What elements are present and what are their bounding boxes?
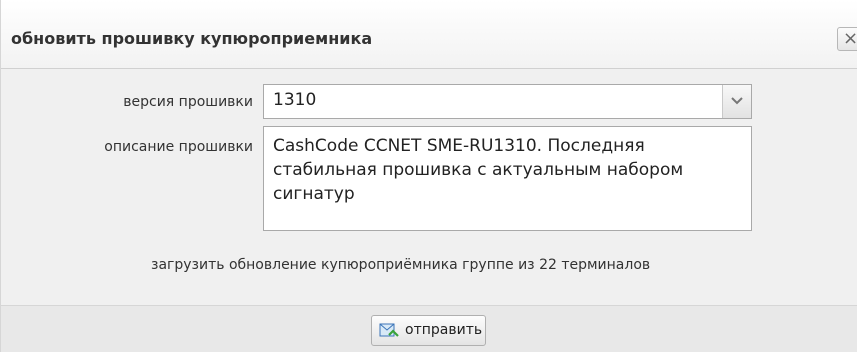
submit-button[interactable]: отправить: [371, 315, 486, 346]
version-value: 1310: [273, 90, 317, 110]
chevron-down-icon: [731, 97, 743, 105]
version-dropdown-trigger[interactable]: [722, 85, 751, 118]
dialog-title: обновить прошивку купюроприемника: [11, 29, 373, 48]
update-info-text: загрузить обновление купюроприёмника гру…: [151, 257, 651, 273]
firmware-update-dialog: обновить прошивку купюроприемника × верс…: [0, 0, 857, 352]
version-select[interactable]: 1310: [263, 84, 752, 119]
send-icon: [379, 323, 399, 337]
close-button[interactable]: ×: [837, 27, 857, 51]
description-label: описание прошивки: [104, 139, 253, 155]
version-label: версия прошивки: [123, 94, 253, 110]
dialog-titlebar: обновить прошивку купюроприемника ×: [1, 0, 857, 69]
submit-label: отправить: [405, 322, 483, 338]
description-textarea[interactable]: CashCode CCNET SME-RU1310. Последняя ста…: [263, 126, 752, 231]
close-icon: ×: [843, 28, 857, 49]
